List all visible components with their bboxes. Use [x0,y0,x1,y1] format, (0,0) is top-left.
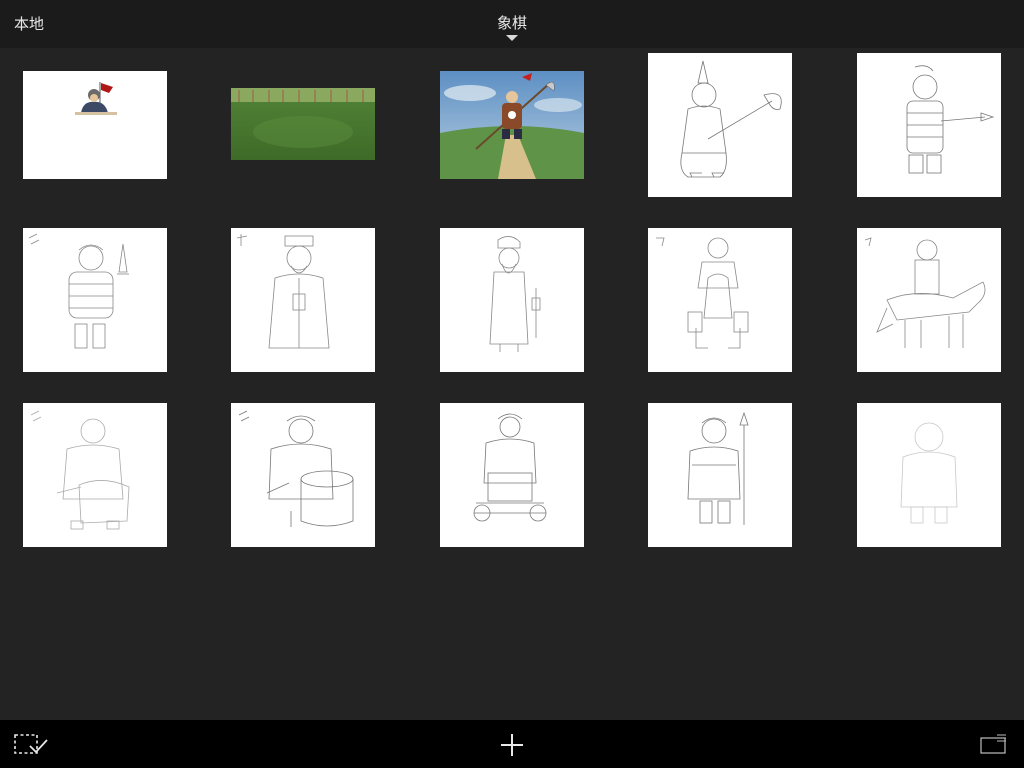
cannon-soldier-sketch-thumbnail [23,403,167,547]
page-title: 象棋 [496,14,527,32]
gallery-item-7[interactable] [231,228,375,372]
gallery-item-3[interactable] [440,71,584,179]
plus-icon[interactable] [499,732,525,758]
top-bar: 本地 象棋 [0,0,1024,48]
caret-down-icon [506,35,518,41]
select-check-icon[interactable] [14,734,50,756]
gallery-item-5[interactable] [857,53,1001,197]
knight-front-sketch-thumbnail [648,228,792,372]
blank-figure-outline-thumbnail [857,403,1001,547]
gallery-item-11[interactable] [23,403,167,547]
gallery-item-10[interactable] [857,228,1001,372]
drum-soldier-sketch-thumbnail [231,403,375,547]
warrior-glaive-sketch-thumbnail [648,53,792,197]
warrior-painting-thumbnail [440,71,584,179]
album-title-dropdown[interactable]: 象棋 [462,12,562,44]
gallery-item-12[interactable] [231,403,375,547]
minister-sketch-thumbnail [231,228,375,372]
soldier-with-flag-thumbnail [23,71,167,179]
gallery-item-2[interactable] [231,88,375,160]
soldier-sword-sketch-thumbnail [23,228,167,372]
layout-icon[interactable] [980,734,1008,754]
chariot-soldier-sketch-thumbnail [440,403,584,547]
soldier-spear-sketch-thumbnail [857,53,1001,197]
local-back-button[interactable]: 本地 [14,14,44,34]
gallery-item-13[interactable] [440,403,584,547]
advisor-sketch-thumbnail [440,228,584,372]
gallery-item-9[interactable] [648,228,792,372]
gallery-item-4[interactable] [648,53,792,197]
gallery-item-6[interactable] [23,228,167,372]
gallery-item-8[interactable] [440,228,584,372]
grass-landscape-thumbnail [231,88,375,160]
gallery-item-14[interactable] [648,403,792,547]
gallery-item-1[interactable] [23,71,167,179]
bottom-toolbar [0,720,1024,768]
knight-side-sketch-thumbnail [857,228,1001,372]
pawn-spear-sketch-thumbnail [648,403,792,547]
gallery-item-15[interactable] [857,403,1001,547]
